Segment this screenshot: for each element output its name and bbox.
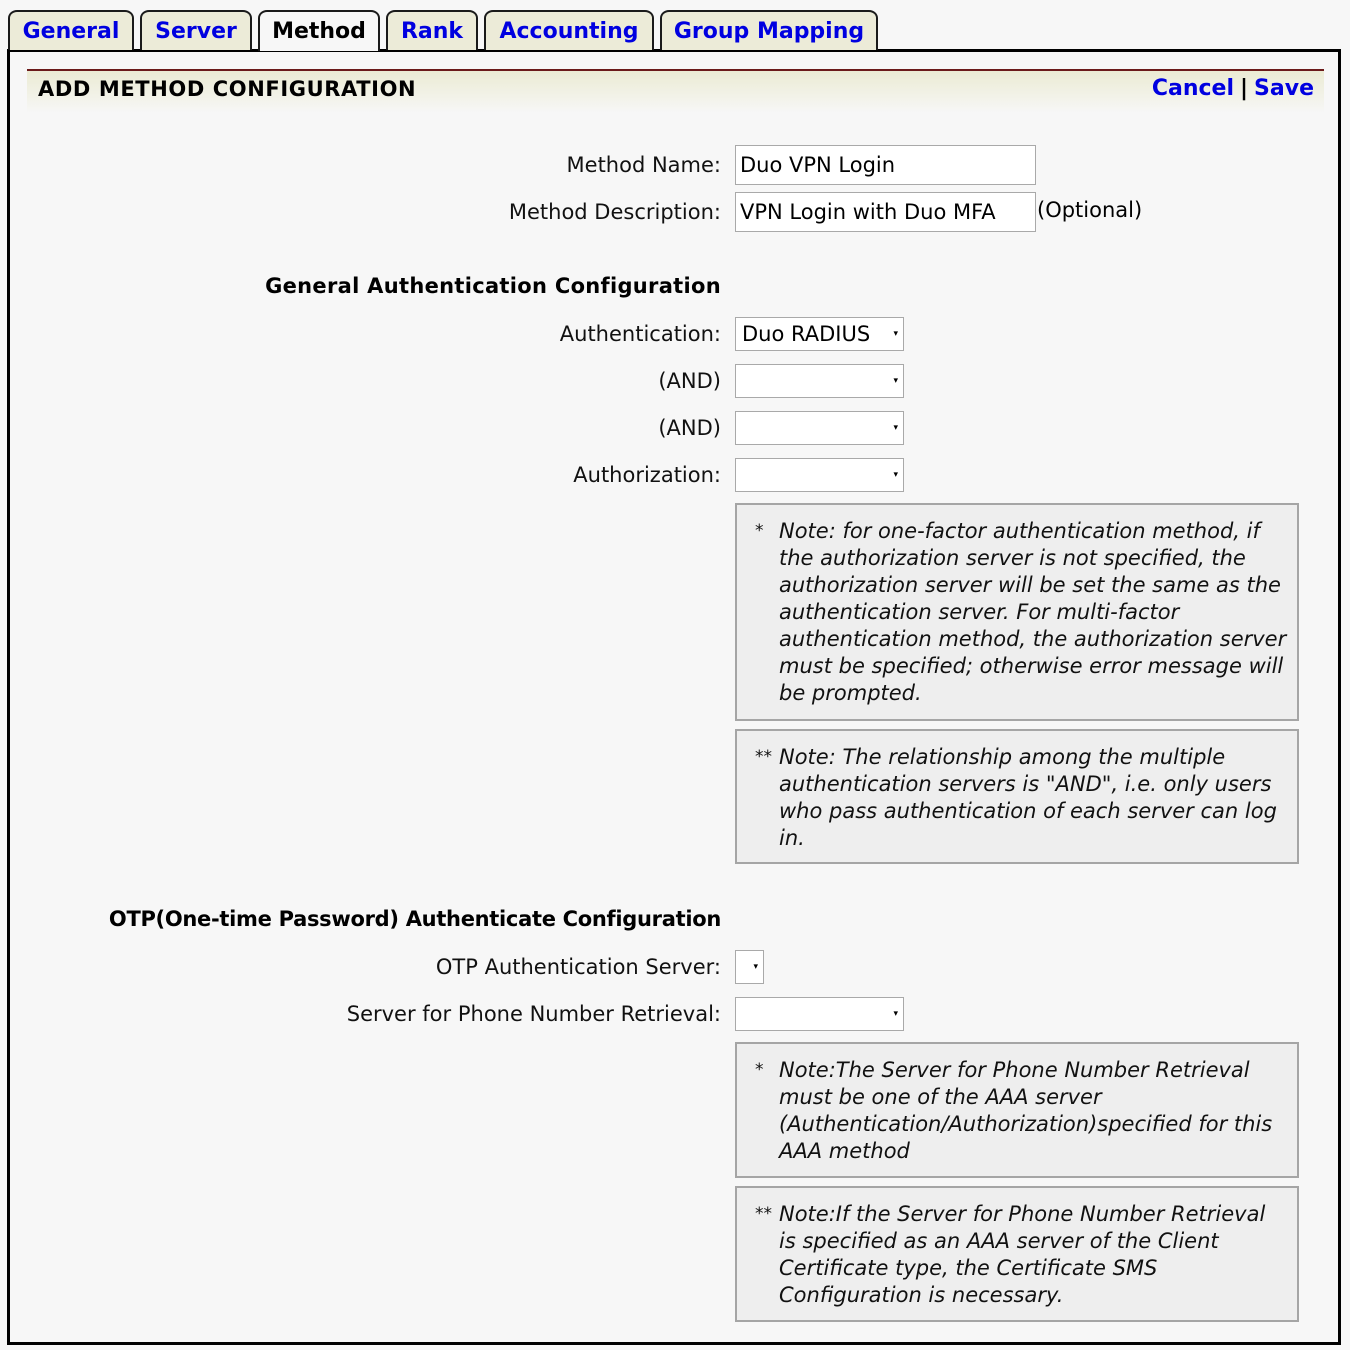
tab-accounting[interactable]: Accounting xyxy=(484,10,654,50)
otp-server-select[interactable]: ▾ xyxy=(735,950,764,984)
and2-row: (AND) ▾ xyxy=(10,408,1338,448)
tab-method[interactable]: Method xyxy=(258,10,380,51)
tab-server[interactable]: Server xyxy=(140,10,252,50)
authorization-row: Authorization: ▾ xyxy=(10,455,1338,495)
otp-server-label: OTP Authentication Server: xyxy=(435,955,721,979)
phone-server-select[interactable]: ▾ xyxy=(735,997,904,1031)
note-text: Note:The Server for Phone Number Retriev… xyxy=(779,1058,1273,1163)
method-name-input[interactable]: Duo VPN Login xyxy=(735,145,1036,185)
dropdown-arrow-icon: ▾ xyxy=(753,962,758,972)
authorization-label: Authorization: xyxy=(573,463,721,487)
otp-server-row: OTP Authentication Server: ▾ xyxy=(10,947,1338,987)
tab-general[interactable]: General xyxy=(8,10,134,50)
title-bar: ADD METHOD CONFIGURATION Cancel | Save xyxy=(27,69,1324,113)
action-separator: | xyxy=(1240,76,1249,101)
dropdown-arrow-icon: ▾ xyxy=(893,329,898,339)
tab-rank[interactable]: Rank xyxy=(386,10,478,50)
page-title: ADD METHOD CONFIGURATION xyxy=(38,77,417,101)
authentication-selected-value: Duo RADIUS xyxy=(742,322,871,346)
and2-select[interactable]: ▾ xyxy=(735,411,904,445)
save-link[interactable]: Save xyxy=(1254,76,1314,101)
note-asterisk: * xyxy=(755,1060,764,1080)
authentication-row: Authentication: Duo RADIUS ▾ xyxy=(10,314,1338,354)
note-double-asterisk: ** xyxy=(755,747,772,767)
authorization-note: * Note: for one-factor authentication me… xyxy=(735,503,1299,721)
note-text: Note: for one-factor authentication meth… xyxy=(779,519,1287,705)
method-description-input[interactable]: VPN Login with Duo MFA xyxy=(735,192,1036,232)
method-description-label: Method Description: xyxy=(508,200,721,224)
dropdown-arrow-icon: ▾ xyxy=(893,376,898,386)
dropdown-arrow-icon: ▾ xyxy=(893,470,898,480)
phone-server-label: Server for Phone Number Retrieval: xyxy=(346,1002,721,1026)
otp-heading: OTP(One-time Password) Authenticate Conf… xyxy=(108,907,721,931)
note-text: Note:If the Server for Phone Number Retr… xyxy=(779,1202,1266,1307)
and1-row: (AND) ▾ xyxy=(10,361,1338,401)
optional-hint: (Optional) xyxy=(1037,198,1143,222)
method-config-panel: ADD METHOD CONFIGURATION Cancel | Save Met… xyxy=(7,49,1341,1345)
method-name-label: Method Name: xyxy=(566,153,721,177)
note-text: Note: The relationship among the multipl… xyxy=(779,745,1277,850)
phone-server-note: * Note:The Server for Phone Number Retri… xyxy=(735,1042,1299,1178)
note-asterisk: * xyxy=(755,521,764,541)
authorization-select[interactable]: ▾ xyxy=(735,458,904,492)
and1-label: (AND) xyxy=(658,369,721,393)
cancel-link[interactable]: Cancel xyxy=(1152,76,1234,101)
and-relationship-note: ** Note: The relationship among the mult… xyxy=(735,729,1299,864)
general-auth-heading: General Authentication Configuration xyxy=(265,274,721,298)
phone-server-row: Server for Phone Number Retrieval: ▾ xyxy=(10,994,1338,1034)
note-double-asterisk: ** xyxy=(755,1204,772,1224)
dropdown-arrow-icon: ▾ xyxy=(893,1009,898,1019)
tab-group-mapping[interactable]: Group Mapping xyxy=(660,10,878,50)
and1-select[interactable]: ▾ xyxy=(735,364,904,398)
header-actions: Cancel | Save xyxy=(1152,76,1314,101)
and2-label: (AND) xyxy=(658,416,721,440)
certificate-sms-note: ** Note:If the Server for Phone Number R… xyxy=(735,1186,1299,1322)
method-name-row: Method Name: Duo VPN Login xyxy=(10,145,1338,185)
authentication-select[interactable]: Duo RADIUS ▾ xyxy=(735,317,904,351)
authentication-label: Authentication: xyxy=(559,322,721,346)
tab-bar: General Server Method Rank Accounting Gr… xyxy=(8,10,884,51)
dropdown-arrow-icon: ▾ xyxy=(893,423,898,433)
method-description-row: Method Description: VPN Login with Duo M… xyxy=(10,192,1338,232)
